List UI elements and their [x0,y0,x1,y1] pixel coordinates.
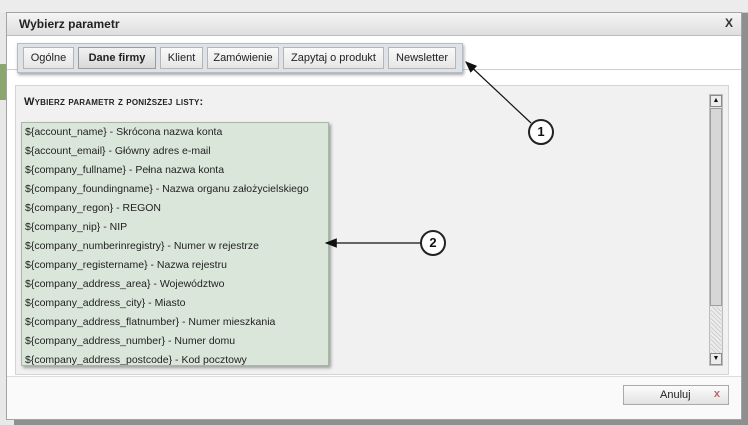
list-item[interactable]: ${company_address_city} - Miasto [22,294,328,313]
list-item[interactable]: ${company_fullname} - Pełna nazwa konta [22,161,328,180]
list-item[interactable]: ${company_numberinregistry} - Numer w re… [22,237,328,256]
list-item[interactable]: ${company_address_flatnumber} - Numer mi… [22,313,328,332]
panel-heading: Wybierz parametr z poniższej listy: [24,96,204,108]
scroll-down-icon[interactable]: ▼ [710,353,722,365]
dialog-title: Wybierz parametr [19,17,120,31]
tab-general[interactable]: Ogólne [23,47,74,69]
tab-bar: Ogólne Dane firmy Klient Zamówienie Zapy… [17,43,463,73]
list-item[interactable]: ${company_regon} - REGON [22,199,328,218]
vertical-scrollbar[interactable]: ▲ ▼ [709,94,723,366]
list-item[interactable]: ${company_address_postcode} - Kod poczto… [22,351,328,365]
dialog-titlebar: Wybierz parametr X [7,13,741,36]
tab-company-data[interactable]: Dane firmy [78,47,156,69]
cancel-button[interactable]: Anuluj x [623,385,729,405]
list-item[interactable]: ${account_email} - Główny adres e-mail [22,142,328,161]
tab-newsletter[interactable]: Newsletter [388,47,456,69]
list-item[interactable]: ${company_registername} - Nazwa rejestru [22,256,328,275]
select-parameter-dialog: Wybierz parametr X Ogólne Dane firmy Kli… [6,12,742,420]
parameter-panel: Wybierz parametr z poniższej listy: ${ac… [15,85,729,375]
list-item[interactable]: ${account_name} - Skrócona nazwa konta [22,123,328,142]
scrollbar-track[interactable] [711,307,721,353]
parameter-list: ${account_name} - Skrócona nazwa konta $… [21,122,329,366]
tab-product-inquiry[interactable]: Zapytaj o produkt [283,47,384,69]
list-item[interactable]: ${company_nip} - NIP [22,218,328,237]
tab-client[interactable]: Klient [160,47,203,69]
list-item[interactable]: ${company_foundingname} - Nazwa organu z… [22,180,328,199]
scrollbar-thumb[interactable] [710,108,722,306]
callout-marker-2: 2 [420,230,446,256]
dialog-footer: Anuluj x [7,376,741,419]
cancel-button-label: Anuluj [660,389,691,401]
tab-order[interactable]: Zamówienie [207,47,279,69]
list-item[interactable]: ${company_address_area} - Województwo [22,275,328,294]
list-item[interactable]: ${company_address_number} - Numer domu [22,332,328,351]
callout-marker-1: 1 [528,119,554,145]
close-icon[interactable]: X [725,16,733,30]
scroll-up-icon[interactable]: ▲ [710,95,722,107]
cancel-icon: x [713,388,720,400]
